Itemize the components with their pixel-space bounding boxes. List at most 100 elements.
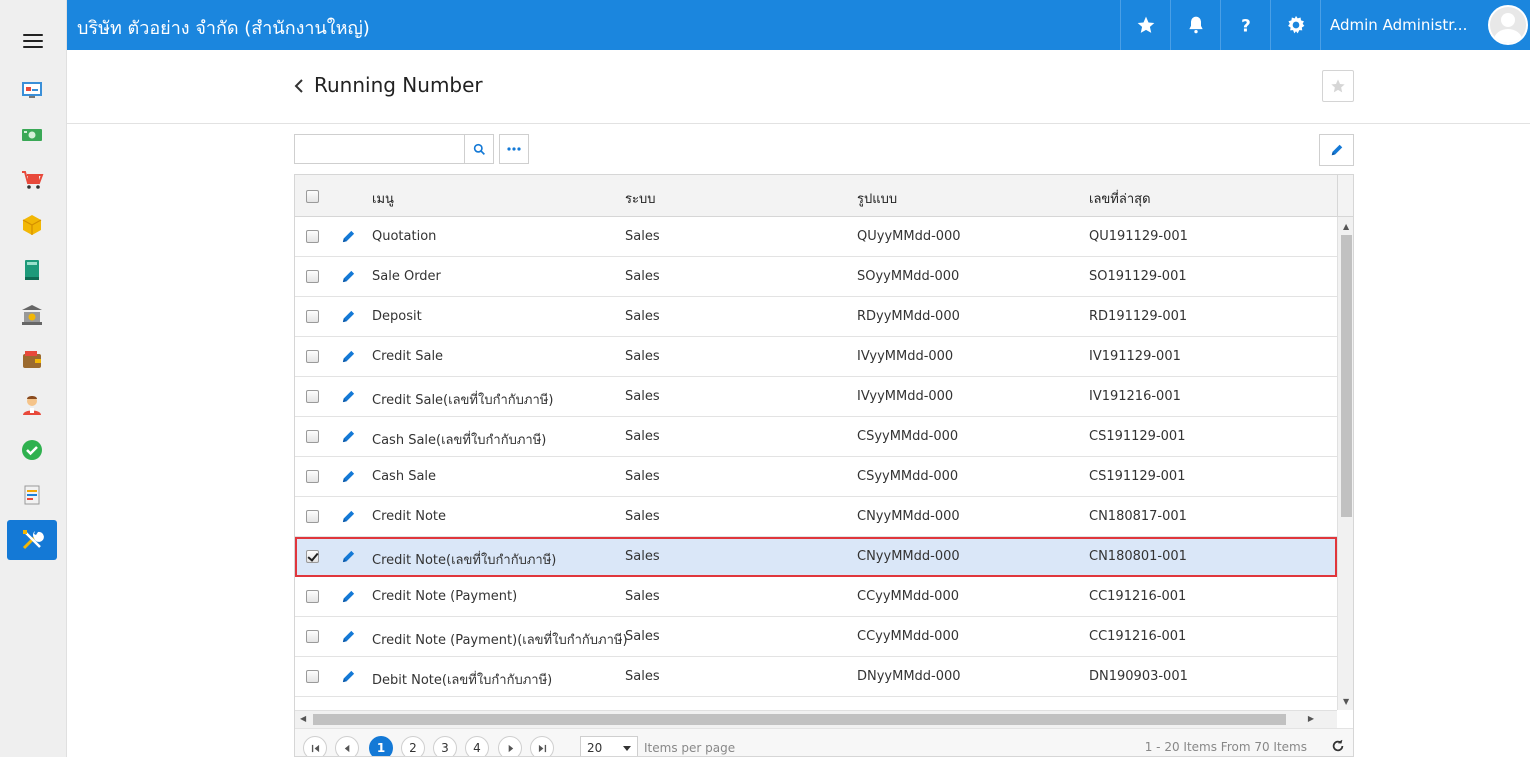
cell-system: Sales [625, 629, 660, 644]
edit-button[interactable] [1319, 134, 1354, 166]
edit-row-icon[interactable] [341, 549, 356, 564]
prev-page-button[interactable] [335, 736, 359, 756]
row-checkbox[interactable] [306, 350, 319, 363]
page-1-button[interactable]: 1 [369, 736, 393, 756]
header-menu[interactable]: เมนู [372, 188, 394, 209]
header-format[interactable]: รูปแบบ [857, 188, 897, 209]
sidebar-item-bank[interactable] [7, 295, 57, 335]
cell-system: Sales [625, 509, 660, 524]
help-button[interactable]: ? [1220, 0, 1270, 50]
edit-row-icon[interactable] [341, 589, 356, 604]
back-arrow-icon[interactable] [292, 77, 306, 95]
next-page-button[interactable] [498, 736, 522, 756]
edit-row-icon[interactable] [341, 229, 356, 244]
cell-format: CSyyMMdd-000 [857, 429, 959, 444]
edit-row-icon[interactable] [341, 269, 356, 284]
vertical-scrollbar[interactable]: ▲ ▼ [1337, 217, 1353, 710]
last-page-button[interactable] [530, 736, 554, 756]
sidebar-item-sales[interactable] [7, 160, 57, 200]
sidebar-item-inventory[interactable] [7, 205, 57, 245]
table-row[interactable]: Cash Sale Sales CSyyMMdd-000 CS191129-001 [295, 457, 1337, 497]
money-icon [22, 129, 42, 141]
row-checkbox[interactable] [306, 670, 319, 683]
table-row[interactable]: Credit Note(เลขที่ใบกำกับภาษี) Sales CNyyM… [295, 537, 1337, 577]
first-page-button[interactable] [303, 736, 327, 756]
page-size-select[interactable]: 20 [580, 736, 638, 756]
cart-icon [22, 171, 44, 189]
user-menu[interactable]: Admin Administr... [1320, 0, 1530, 50]
table-row[interactable]: Deposit Sales RDyyMMdd-000 RD191129-001 [295, 297, 1337, 337]
table-row[interactable]: Quotation Sales QUyyMMdd-000 QU191129-001 [295, 217, 1337, 257]
row-checkbox[interactable] [306, 390, 319, 403]
cell-format: SOyyMMdd-000 [857, 269, 960, 284]
row-checkbox[interactable] [306, 590, 319, 603]
sidebar-item-approval[interactable] [7, 430, 57, 470]
table-row[interactable]: Credit Sale Sales IVyyMMdd-000 IV191129-001 [295, 337, 1337, 377]
edit-row-icon[interactable] [341, 309, 356, 324]
cell-format: CSyyMMdd-000 [857, 469, 959, 484]
page-2-button[interactable]: 2 [401, 736, 425, 756]
grid-body: Quotation Sales QUyyMMdd-000 QU191129-001 Sa… [295, 217, 1337, 697]
sidebar-item-wallet[interactable] [7, 340, 57, 380]
cell-system: Sales [625, 429, 660, 444]
edit-row-icon[interactable] [341, 429, 356, 444]
cell-menu: Cash Sale(เลขที่ใบกำกับภาษี) [372, 433, 547, 448]
cell-format: QUyyMMdd-000 [857, 229, 961, 244]
page-4-button[interactable]: 4 [465, 736, 489, 756]
sidebar-item-dashboard[interactable] [7, 70, 57, 110]
sidebar-item-reports[interactable] [7, 475, 57, 515]
sidebar-item-settings[interactable] [7, 520, 57, 560]
cell-format: IVyyMMdd-000 [857, 349, 954, 364]
cell-last-number: IV191216-001 [1089, 389, 1181, 404]
table-row[interactable]: Debit Note(เลขที่ใบกำกับภาษี) Sales DNyyMM… [295, 657, 1337, 697]
edit-row-icon[interactable] [341, 509, 356, 524]
table-row[interactable]: Credit Note (Payment) Sales CCyyMMdd-000 CC… [295, 577, 1337, 617]
user-name: Admin Administr... [1330, 16, 1468, 34]
row-checkbox[interactable] [306, 430, 319, 443]
select-all-checkbox[interactable] [306, 190, 319, 203]
header-system[interactable]: ระบบ [625, 188, 655, 209]
table-row[interactable]: Credit Note Sales CNyyMMdd-000 CN180817-001 [295, 497, 1337, 537]
edit-row-icon[interactable] [341, 629, 356, 644]
notifications-button[interactable] [1170, 0, 1220, 50]
table-row[interactable]: Cash Sale(เลขที่ใบกำกับภาษี) Sales CSyyMMd… [295, 417, 1337, 457]
edit-row-icon[interactable] [341, 389, 356, 404]
grid-header: เมนู ระบบ รูปแบบ เลขที่ล่าสุด [295, 175, 1337, 217]
edit-row-icon[interactable] [341, 349, 356, 364]
company-name[interactable]: บริษัท ตัวอย่าง จำกัด (สำนักงานใหญ่) [77, 13, 370, 42]
table-row[interactable]: Credit Sale(เลขที่ใบกำกับภาษี) Sales IVyyM… [295, 377, 1337, 417]
sidebar-item-money[interactable] [7, 115, 57, 155]
edit-row-icon[interactable] [341, 669, 356, 684]
sidebar-item-accounting[interactable] [7, 250, 57, 290]
row-checkbox[interactable] [306, 310, 319, 323]
menu-toggle-icon[interactable] [23, 34, 43, 48]
edit-row-icon[interactable] [341, 469, 356, 484]
search-button[interactable] [464, 134, 494, 164]
row-checkbox[interactable] [306, 510, 319, 523]
search-icon [473, 143, 485, 155]
bell-icon [1188, 16, 1203, 34]
cell-last-number: SO191129-001 [1089, 269, 1187, 284]
row-checkbox[interactable] [306, 550, 319, 563]
row-checkbox[interactable] [306, 630, 319, 643]
table-row[interactable]: Credit Note (Payment)(เลขที่ใบกำกับภาษี)… [295, 617, 1337, 657]
row-checkbox[interactable] [306, 470, 319, 483]
sidebar-item-hr[interactable] [7, 385, 57, 425]
row-checkbox[interactable] [306, 270, 319, 283]
more-options-button[interactable] [499, 134, 529, 164]
table-row[interactable]: Sale Order Sales SOyyMMdd-000 SO191129-001 [295, 257, 1337, 297]
horizontal-scrollbar[interactable]: ◀ ▶ [295, 710, 1337, 728]
settings-button[interactable] [1270, 0, 1320, 50]
star-outline-icon [1331, 79, 1345, 93]
row-checkbox[interactable] [306, 230, 319, 243]
page-title: Running Number [314, 73, 483, 97]
refresh-icon[interactable] [1331, 739, 1345, 753]
favorites-button[interactable] [1120, 0, 1170, 50]
cell-system: Sales [625, 669, 660, 684]
add-favorite-button[interactable] [1322, 70, 1354, 102]
search-input[interactable] [294, 134, 465, 164]
page-3-button[interactable]: 3 [433, 736, 457, 756]
cell-menu: Credit Sale(เลขที่ใบกำกับภาษี) [372, 393, 554, 408]
header-last-number[interactable]: เลขที่ล่าสุด [1089, 188, 1151, 209]
cell-menu: Credit Note (Payment) [372, 589, 518, 604]
